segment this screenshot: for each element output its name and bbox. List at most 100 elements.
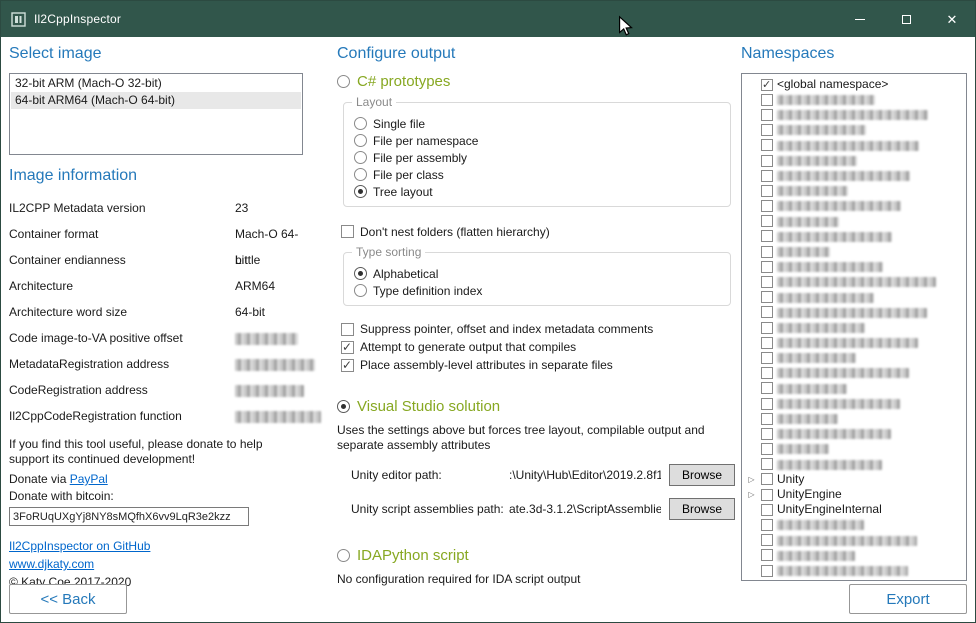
- namespace-item[interactable]: [744, 290, 964, 305]
- back-button[interactable]: << Back: [9, 584, 127, 614]
- namespace-checkbox[interactable]: [761, 458, 773, 470]
- checkbox-option[interactable]: Suppress pointer, offset and index metad…: [341, 320, 735, 338]
- checkbox-icon[interactable]: [341, 359, 354, 372]
- namespace-checkbox[interactable]: [761, 291, 773, 303]
- image-list-item[interactable]: 32-bit ARM (Mach-O 32-bit): [11, 75, 301, 92]
- flatten-checkbox[interactable]: [341, 225, 354, 238]
- namespace-checkbox[interactable]: [761, 473, 773, 485]
- radio-icon[interactable]: [354, 134, 367, 147]
- namespace-item[interactable]: [744, 183, 964, 198]
- image-list[interactable]: 32-bit ARM (Mach-O 32-bit)64-bit ARM64 (…: [9, 73, 303, 155]
- radio-icon[interactable]: [354, 267, 367, 280]
- namespace-item[interactable]: [744, 214, 964, 229]
- namespace-checkbox[interactable]: [761, 352, 773, 364]
- namespace-item[interactable]: [744, 350, 964, 365]
- namespace-checkbox[interactable]: [761, 230, 773, 242]
- radio-icon[interactable]: [354, 284, 367, 297]
- namespace-checkbox[interactable]: [761, 246, 773, 258]
- titlebar[interactable]: Il2CppInspector ✕: [1, 1, 975, 37]
- radio-option[interactable]: Type definition index: [354, 282, 720, 299]
- namespace-item[interactable]: [744, 244, 964, 259]
- radio-option[interactable]: Tree layout: [354, 183, 720, 200]
- namespace-checkbox[interactable]: [761, 155, 773, 167]
- image-list-item[interactable]: 64-bit ARM64 (Mach-O 64-bit): [11, 92, 301, 109]
- namespace-item[interactable]: [744, 396, 964, 411]
- close-button[interactable]: ✕: [929, 1, 975, 37]
- namespace-item[interactable]: [744, 153, 964, 168]
- csharp-radio[interactable]: [337, 75, 350, 88]
- namespace-item[interactable]: <global namespace>: [744, 77, 964, 92]
- mode-idapython[interactable]: IDAPython script: [337, 547, 735, 564]
- idapython-radio[interactable]: [337, 549, 350, 562]
- namespace-checkbox[interactable]: [761, 489, 773, 501]
- namespace-item[interactable]: [744, 199, 964, 214]
- checkbox-icon[interactable]: [341, 323, 354, 336]
- namespace-checkbox[interactable]: [761, 200, 773, 212]
- namespace-checkbox[interactable]: [761, 306, 773, 318]
- namespace-checkbox[interactable]: [761, 322, 773, 334]
- namespace-checkbox[interactable]: [761, 504, 773, 516]
- namespace-item[interactable]: [744, 305, 964, 320]
- namespace-item[interactable]: [744, 274, 964, 289]
- namespace-item[interactable]: [744, 123, 964, 138]
- namespace-item[interactable]: ▷Unity: [744, 472, 964, 487]
- namespace-checkbox[interactable]: [761, 139, 773, 151]
- radio-icon[interactable]: [354, 117, 367, 130]
- namespace-checkbox[interactable]: [761, 261, 773, 273]
- radio-option[interactable]: Alphabetical: [354, 265, 720, 282]
- namespace-item[interactable]: [744, 366, 964, 381]
- namespace-item[interactable]: [744, 517, 964, 532]
- namespace-checkbox[interactable]: [761, 382, 773, 394]
- unity-editor-browse-button[interactable]: Browse: [669, 464, 735, 486]
- namespace-checkbox[interactable]: [761, 367, 773, 379]
- namespace-item[interactable]: UnityEngineInternal: [744, 502, 964, 517]
- radio-option[interactable]: File per namespace: [354, 132, 720, 149]
- namespace-checkbox[interactable]: [761, 109, 773, 121]
- radio-icon[interactable]: [354, 185, 367, 198]
- visual-studio-radio[interactable]: [337, 400, 350, 413]
- radio-option[interactable]: File per assembly: [354, 149, 720, 166]
- checkbox-option[interactable]: Place assembly-level attributes in separ…: [341, 356, 735, 374]
- namespace-checkbox[interactable]: [761, 565, 773, 577]
- website-link[interactable]: www.djkaty.com: [9, 557, 94, 571]
- namespace-item[interactable]: [744, 320, 964, 335]
- namespace-checkbox[interactable]: [761, 443, 773, 455]
- namespace-item[interactable]: [744, 426, 964, 441]
- namespace-checkbox[interactable]: [761, 215, 773, 227]
- namespace-checkbox[interactable]: [761, 94, 773, 106]
- mode-csharp[interactable]: C# prototypes: [337, 73, 735, 90]
- checkbox-icon[interactable]: [341, 341, 354, 354]
- namespace-list[interactable]: <global namespace> ▷Unity▷UnityEngineUnit…: [741, 73, 967, 581]
- radio-icon[interactable]: [354, 168, 367, 181]
- namespace-item[interactable]: [744, 107, 964, 122]
- unity-script-assemblies-browse-button[interactable]: Browse: [669, 498, 735, 520]
- github-link[interactable]: Il2CppInspector on GitHub: [9, 539, 150, 553]
- namespace-checkbox[interactable]: [761, 549, 773, 561]
- namespace-checkbox[interactable]: [761, 413, 773, 425]
- radio-option[interactable]: File per class: [354, 166, 720, 183]
- namespace-item[interactable]: [744, 168, 964, 183]
- checkbox-option[interactable]: Attempt to generate output that compiles: [341, 338, 735, 356]
- namespace-checkbox[interactable]: [761, 398, 773, 410]
- namespace-checkbox[interactable]: [761, 124, 773, 136]
- namespace-checkbox[interactable]: [761, 276, 773, 288]
- namespace-checkbox[interactable]: [761, 428, 773, 440]
- namespace-item[interactable]: [744, 259, 964, 274]
- namespace-checkbox[interactable]: [761, 170, 773, 182]
- namespace-item[interactable]: [744, 229, 964, 244]
- namespace-item[interactable]: [744, 381, 964, 396]
- namespace-item[interactable]: ▷UnityEngine: [744, 487, 964, 502]
- flatten-checkbox-row[interactable]: Don't nest folders (flatten hierarchy): [341, 223, 735, 240]
- paypal-link[interactable]: PayPal: [70, 472, 108, 486]
- namespace-checkbox[interactable]: [761, 519, 773, 531]
- namespace-item[interactable]: [744, 533, 964, 548]
- maximize-button[interactable]: [883, 1, 929, 37]
- namespace-item[interactable]: [744, 335, 964, 350]
- namespace-item[interactable]: [744, 411, 964, 426]
- namespace-checkbox[interactable]: [761, 337, 773, 349]
- namespace-item[interactable]: [744, 92, 964, 107]
- bitcoin-address-input[interactable]: [9, 507, 249, 526]
- namespace-checkbox[interactable]: [761, 79, 773, 91]
- radio-icon[interactable]: [354, 151, 367, 164]
- radio-option[interactable]: Single file: [354, 115, 720, 132]
